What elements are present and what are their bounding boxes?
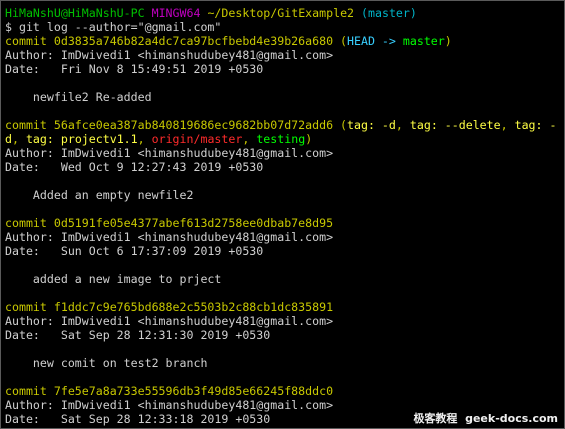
commit-date: Date: Wed Oct 9 12:27:43 2019 +0530 — [5, 160, 264, 174]
terminal-output: HiMaNshU@HiMaNshU-PC MINGW64 ~/Desktop/G… — [5, 6, 556, 426]
commit-message: Added an empty newfile2 — [5, 188, 194, 202]
tag-ref: tag: - — [514, 118, 557, 132]
tag-ref: tag: -d — [347, 118, 396, 132]
tag-ref: d — [5, 132, 12, 146]
commit-author: Author: ImDwivedi1 <himanshudubey481@gma… — [5, 314, 334, 328]
commit-hash-line-continued: d, tag: projectv1.1, origin/master, test… — [5, 132, 313, 146]
commit-hash: commit 0d3835a746b82a4dc7ca97bcfbebd4e39… — [5, 34, 334, 48]
command-line[interactable]: $ git log --author="@gmail.com" — [5, 20, 556, 34]
prompt-user: HiMaNshU@HiMaNshU-PC — [5, 6, 145, 20]
commit-date: Date: Sat Sep 28 12:31:30 2019 +0530 — [5, 328, 271, 342]
commit-date: Date: Sun Oct 6 17:37:09 2019 +0530 — [5, 244, 264, 258]
watermark-logo: 极客教程 geek-docs.com — [413, 412, 558, 425]
commit-author: Author: ImDwivedi1 <himanshudubey481@gma… — [5, 230, 334, 244]
prompt-line: HiMaNshU@HiMaNshU-PC MINGW64 ~/Desktop/G… — [5, 6, 556, 20]
commit-hash: commit 56afce0ea387ab840819686ec9682bb07… — [5, 118, 334, 132]
branch-ref: master — [402, 34, 445, 48]
commit-date: Date: Fri Nov 8 15:49:51 2019 +0530 — [5, 62, 264, 76]
commit-message: added a new image to prject — [5, 272, 222, 286]
tag-ref: tag: projectv1.1 — [25, 132, 138, 146]
commit-author: Author: ImDwivedi1 <himanshudubey481@gma… — [5, 146, 334, 160]
commit-hash-line: commit 56afce0ea387ab840819686ec9682bb07… — [5, 118, 557, 132]
commit-message: newfile2 Re-added — [5, 90, 152, 104]
commit-hash: commit f1ddc7c9e765bd688e2c5503b2c88cb1d… — [5, 300, 334, 314]
remote-branch-ref: origin/master — [151, 132, 243, 146]
prompt-system: MINGW64 — [151, 6, 201, 20]
scrollbar[interactable] — [563, 1, 564, 428]
commit-hash-line: commit 0d3835a746b82a4dc7ca97bcfbebd4e39… — [5, 34, 452, 48]
commit-hash: commit 0d5191fe05e4377abef613d2758ee0dba… — [5, 216, 334, 230]
commit-message: new comit on test2 branch — [5, 356, 208, 370]
prompt-path: ~/Desktop/GitExample2 — [207, 6, 355, 20]
commit-author: Author: ImDwivedi1 <himanshudubey481@gma… — [5, 48, 334, 62]
tag-ref: tag: --delete — [409, 118, 501, 132]
commit-hash: commit 7fe5e7a8a733e55596db3f49d85e66245… — [5, 384, 334, 398]
prompt-branch: (master) — [361, 6, 417, 20]
head-ref: HEAD -> — [347, 34, 403, 48]
branch-ref: testing — [256, 132, 306, 146]
terminal-window[interactable]: HiMaNshU@HiMaNshU-PC MINGW64 ~/Desktop/G… — [0, 0, 565, 429]
